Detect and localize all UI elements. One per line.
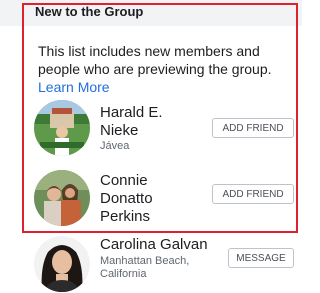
add-friend-button[interactable]: ADD FRIEND <box>212 184 294 204</box>
section-title: New to the Group <box>35 4 144 19</box>
profile-photo-woman-icon <box>34 236 90 292</box>
member-row: Carolina Galvan Manhattan Beach, Califor… <box>34 236 296 292</box>
profile-photo-outdoor-icon <box>34 100 90 156</box>
section-description: This list includes new members and peopl… <box>38 43 272 77</box>
member-name[interactable]: Carolina Galvan <box>100 236 230 254</box>
member-avatar[interactable] <box>34 236 90 292</box>
member-location: Manhattan Beach, California <box>100 255 190 280</box>
member-name[interactable]: Harald E. Nieke <box>100 104 200 140</box>
profile-photo-couple-icon <box>34 170 90 226</box>
learn-more-link[interactable]: Learn More <box>38 78 288 96</box>
member-avatar[interactable] <box>34 100 90 156</box>
section-header: New to the Group <box>0 0 302 26</box>
add-friend-button[interactable]: ADD FRIEND <box>212 118 294 138</box>
member-row: Connie Donatto Perkins ADD FRIEND <box>34 170 296 226</box>
member-location: Jávea <box>100 140 130 152</box>
member-name[interactable]: Connie Donatto Perkins <box>100 172 200 226</box>
member-row: Harald E. Nieke Jávea ADD FRIEND <box>34 100 296 160</box>
section-description-block: This list includes new members and peopl… <box>38 42 288 96</box>
member-avatar[interactable] <box>34 170 90 226</box>
message-button[interactable]: MESSAGE <box>228 248 294 268</box>
